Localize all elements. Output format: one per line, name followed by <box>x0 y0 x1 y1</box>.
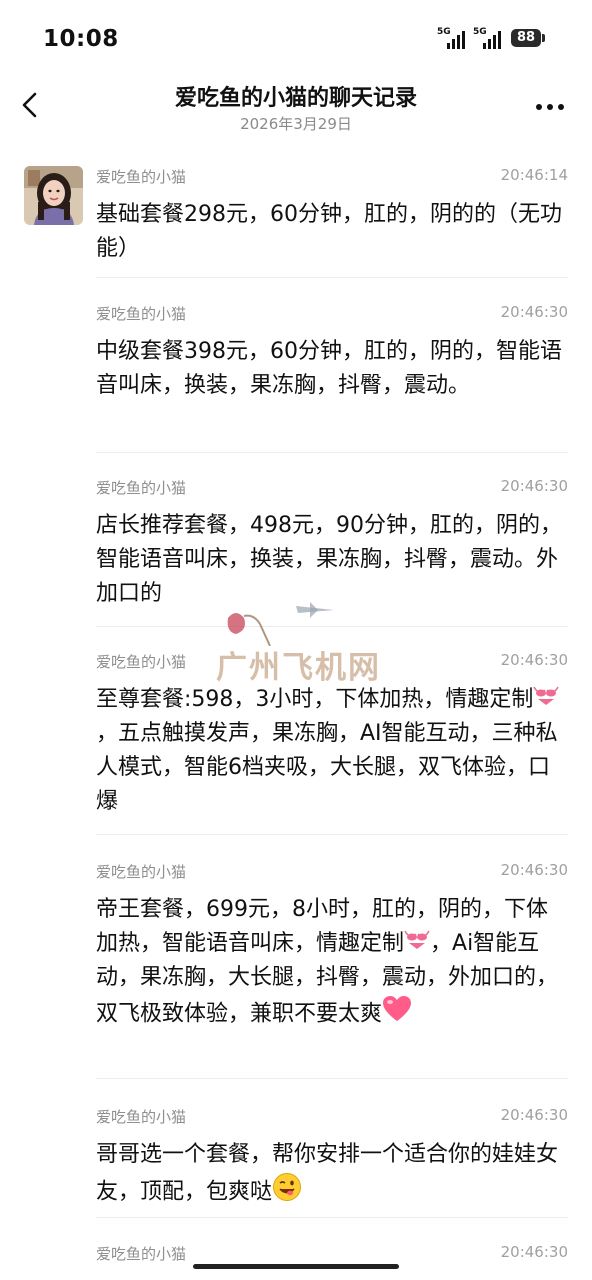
sender-name: 爱吃鱼的小猫 <box>96 863 187 881</box>
signal-icon: 5G <box>473 27 507 49</box>
divider <box>96 1217 568 1218</box>
sender-name: 爱吃鱼的小猫 <box>96 1108 187 1126</box>
signal-icon: 5G <box>437 27 471 49</box>
message-time: 20:46:30 <box>500 651 568 669</box>
chat-record-header: 爱吃鱼的小猫的聊天记录 2026年3月29日 <box>0 72 592 142</box>
sender-name: 爱吃鱼的小猫 <box>96 479 187 497</box>
message-time: 20:46:14 <box>500 166 568 184</box>
divider <box>96 452 568 453</box>
bikini-emoji <box>533 683 560 717</box>
message-time: 20:46:30 <box>500 861 568 879</box>
sender-name: 爱吃鱼的小猫 <box>96 653 187 671</box>
status-time: 10:08 <box>43 26 119 52</box>
message-time: 20:46:30 <box>500 1243 568 1261</box>
page-date: 2026年3月29日 <box>240 115 352 133</box>
wink-emoji <box>272 1172 302 1213</box>
battery-tip <box>542 34 545 42</box>
message-text: 店长推荐套餐，498元，90分钟，肛的，阴的，智能语音叫床，换装，果冻胸，抖臀，… <box>96 513 562 606</box>
message-text: 帝王套餐，699元，8小时，肛的，阴的，下体加热，智能语音叫床，情趣定制 ，Ai智… <box>96 893 568 1034</box>
divider <box>96 834 568 835</box>
bikini-emoji <box>404 927 430 961</box>
status-bar: 10:08 5G 5G 88 <box>0 0 592 72</box>
divider <box>96 277 568 278</box>
sender-name: 爱吃鱼的小猫 <box>96 168 187 186</box>
message-item: 爱吃鱼的小猫 20:46:30 中级套餐398元，60分钟，肛的，阴的，智能语音… <box>96 303 568 453</box>
message-item: 爱吃鱼的小猫 20:46:30 <box>96 1243 568 1280</box>
divider <box>96 1078 568 1079</box>
sender-name: 爱吃鱼的小猫 <box>96 1245 187 1263</box>
home-indicator[interactable] <box>193 1264 399 1269</box>
message-time: 20:46:30 <box>500 303 568 321</box>
more-icon[interactable] <box>532 90 568 120</box>
battery-icon: 88 <box>511 29 541 47</box>
sender-name: 爱吃鱼的小猫 <box>96 305 187 323</box>
message-item: 爱吃鱼的小猫 20:46:30 哥哥选一个套餐，帮你安排一个适合你的娃娃女友，顶… <box>96 1106 568 1218</box>
message-text: 至尊套餐:598，3小时，下体加热，情趣定制，五点触摸发声，果冻胸，AI智能互动… <box>96 683 568 819</box>
message-item: 爱吃鱼的小猫 20:46:14 基础套餐298元，60分钟，肛的，阴的的（无功能… <box>96 166 568 279</box>
message-item: 爱吃鱼的小猫 20:46:30 帝王套餐，699元，8小时，肛的，阴的，下体加热… <box>96 861 568 1079</box>
message-text: 基础套餐298元，60分钟，肛的，阴的的（无功能） <box>96 202 562 261</box>
message-text: 哥哥选一个套餐，帮你安排一个适合你的娃娃女友，顶配，包爽哒 <box>96 1138 568 1213</box>
message-time: 20:46:30 <box>500 1106 568 1124</box>
page-title: 爱吃鱼的小猫的聊天记录 <box>174 86 417 111</box>
watermark-text: 广州飞机网 <box>216 650 381 686</box>
message-text: 中级套餐398元，60分钟，肛的，阴的，智能语音叫床，换装，果冻胸，抖臀，震动。 <box>96 339 562 398</box>
heart-emoji <box>382 995 412 1034</box>
message-time: 20:46:30 <box>500 477 568 495</box>
avatar[interactable] <box>24 166 83 225</box>
watermark-logo: 广州飞机网 <box>214 600 414 686</box>
